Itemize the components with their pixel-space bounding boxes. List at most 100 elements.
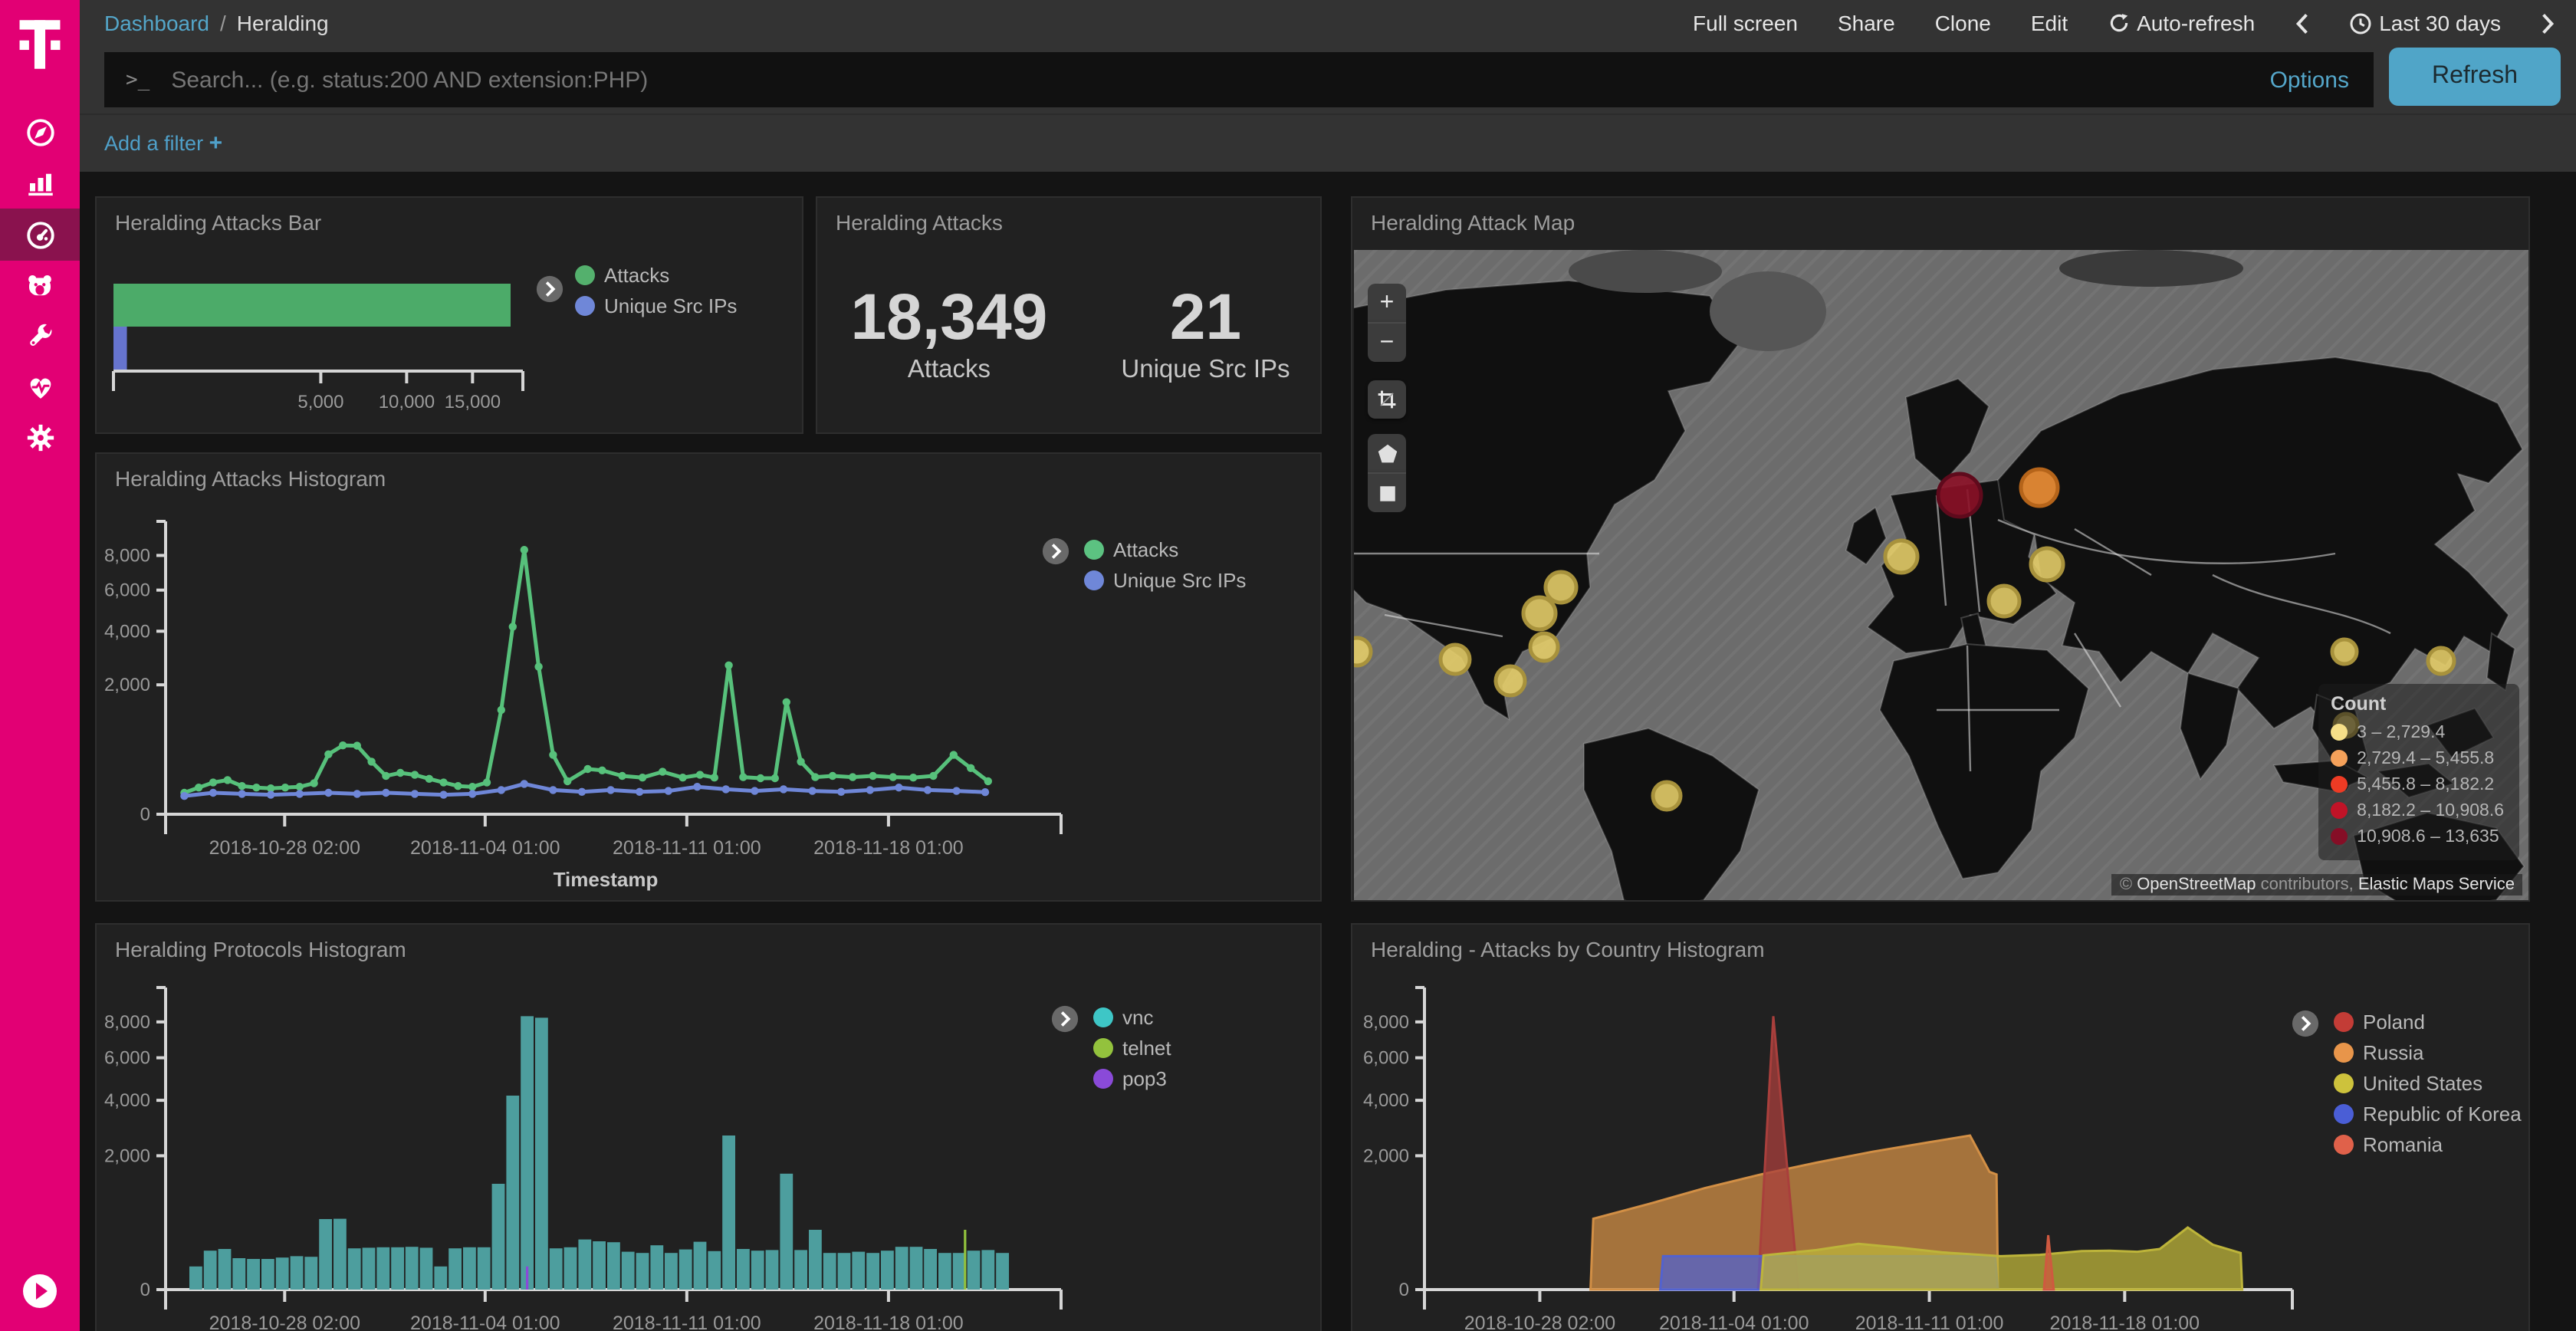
sidebar-item-discover[interactable] bbox=[0, 107, 80, 158]
map-point[interactable] bbox=[1989, 586, 2019, 616]
legend-item-poland[interactable]: Poland bbox=[2334, 1006, 2522, 1037]
sidebar-item-monitoring[interactable] bbox=[0, 362, 80, 412]
sidebar-collapse-button[interactable] bbox=[0, 1273, 80, 1310]
map-point[interactable] bbox=[1354, 638, 1371, 666]
map-point[interactable] bbox=[1496, 666, 1525, 695]
legend-range-label: 5,455.8 – 8,182.2 bbox=[2357, 775, 2494, 794]
legend-item-unique-src-ips[interactable]: Unique Src IPs bbox=[575, 290, 737, 320]
map-point[interactable] bbox=[1441, 645, 1470, 674]
map-draw-polygon-button[interactable] bbox=[1368, 434, 1406, 472]
legend-expand-icon[interactable] bbox=[2291, 1009, 2320, 1038]
time-back-button[interactable] bbox=[2295, 12, 2308, 35]
map-point[interactable] bbox=[1653, 782, 1681, 810]
refresh-button[interactable]: Refresh bbox=[2389, 48, 2561, 106]
elastic-maps-service-link[interactable]: Elastic Maps Service bbox=[2358, 876, 2515, 894]
search-placeholder: Search... (e.g. status:200 AND extension… bbox=[171, 67, 2269, 93]
legend-dot-icon bbox=[575, 265, 595, 284]
panel-heralding-attacks-by-country[interactable]: Heralding - Attacks by Country Histogram… bbox=[1351, 923, 2530, 1331]
map-zoom-out-button[interactable]: − bbox=[1368, 322, 1406, 362]
legend-label: Russia bbox=[2363, 1040, 2424, 1063]
search-input[interactable]: >_ Search... (e.g. status:200 AND extens… bbox=[104, 52, 2374, 107]
sidebar-item-tpot[interactable] bbox=[0, 261, 80, 311]
sidebar-item-management[interactable] bbox=[0, 412, 80, 463]
time-range-picker[interactable]: Last 30 days bbox=[2348, 11, 2501, 35]
map-point[interactable] bbox=[1938, 474, 1981, 517]
legend-item-russia[interactable]: Russia bbox=[2334, 1037, 2522, 1067]
kibana-dashboard: Dashboard/Heralding Full screen Share Cl… bbox=[0, 0, 2576, 1331]
legend-item-united-states[interactable]: United States bbox=[2334, 1067, 2522, 1098]
map-draw-rectangle-button[interactable] bbox=[1368, 472, 1406, 512]
metric-label: Unique Src IPs bbox=[1121, 356, 1290, 385]
legend-expand-icon[interactable] bbox=[535, 274, 564, 304]
sidebar-item-visualize[interactable] bbox=[0, 158, 80, 209]
y-axis-tick-label: 2,000 bbox=[104, 675, 150, 695]
sidebar-item-dashboard[interactable] bbox=[0, 209, 80, 261]
panel-title: Heralding Attacks bbox=[836, 210, 1003, 235]
panel-title: Heralding Attack Map bbox=[1371, 210, 1575, 235]
query-bar: >_ Search... (e.g. status:200 AND extens… bbox=[80, 46, 2576, 113]
telekom-logo[interactable] bbox=[0, 0, 80, 89]
map-point[interactable] bbox=[2031, 548, 2063, 580]
auto-refresh-button[interactable]: Auto-refresh bbox=[2108, 11, 2255, 35]
chevron-left-icon bbox=[2295, 12, 2308, 35]
metric-value: 18,349 bbox=[850, 282, 1047, 353]
map-point[interactable] bbox=[1530, 633, 1558, 661]
dashboard-grid: Heralding Attacks Bar 5,00010,00015,000 … bbox=[80, 172, 2576, 1331]
legend-item-telnet[interactable]: telnet bbox=[1093, 1032, 1171, 1063]
panel-heralding-attack-map[interactable]: Heralding Attack Map + − bbox=[1351, 196, 2530, 902]
legend-item-attacks[interactable]: Attacks bbox=[575, 259, 737, 290]
legend-item-republic-of-korea[interactable]: Republic of Korea bbox=[2334, 1098, 2522, 1129]
panel-heralding-protocols-histogram[interactable]: Heralding Protocols Histogram 02,0004,00… bbox=[95, 923, 1322, 1331]
panel-heralding-attacks-bar[interactable]: Heralding Attacks Bar 5,00010,00015,000 … bbox=[95, 196, 803, 434]
breadcrumb-dashboard-link[interactable]: Dashboard bbox=[104, 11, 209, 35]
map-point[interactable] bbox=[2332, 639, 2357, 664]
map-zoom-in-button[interactable]: + bbox=[1368, 284, 1406, 322]
legend-dot-icon bbox=[2334, 1011, 2354, 1031]
add-filter-link[interactable]: Add a filter + bbox=[104, 130, 222, 156]
x-axis-tick-label: 2018-11-04 01:00 bbox=[1659, 1313, 1809, 1331]
map-point[interactable] bbox=[1546, 572, 1576, 603]
share-button[interactable]: Share bbox=[1838, 11, 1895, 35]
legend-item-unique-src-ips[interactable]: Unique Src IPs bbox=[1084, 564, 1246, 595]
legend-item-vnc[interactable]: vnc bbox=[1093, 1001, 1171, 1032]
x-axis-tick-label: 2018-11-04 01:00 bbox=[410, 837, 560, 859]
x-axis-tick-label: 10,000 bbox=[379, 392, 435, 412]
heartbeat-icon bbox=[24, 371, 56, 403]
legend-dot-icon bbox=[2331, 802, 2348, 819]
world-map[interactable]: + − bbox=[1354, 250, 2528, 900]
panel-heralding-attacks-histogram[interactable]: Heralding Attacks Histogram 02,0004,0006… bbox=[95, 452, 1322, 902]
y-axis-tick-label: 8,000 bbox=[1363, 1012, 1409, 1033]
map-legend-item: 3 – 2,729.4 bbox=[2331, 719, 2504, 745]
map-point[interactable] bbox=[1523, 597, 1556, 629]
y-axis-tick-label: 8,000 bbox=[104, 1012, 150, 1033]
map-legend-item: 10,908.6 – 13,635 bbox=[2331, 823, 2504, 850]
legend-label: Attacks bbox=[604, 263, 669, 286]
t-logo-icon bbox=[17, 17, 63, 72]
openstreetmap-link[interactable]: OpenStreetMap bbox=[2137, 876, 2256, 894]
legend-item-attacks[interactable]: Attacks bbox=[1084, 534, 1246, 564]
full-screen-button[interactable]: Full screen bbox=[1693, 11, 1798, 35]
x-axis-tick-label: 15,000 bbox=[445, 392, 501, 412]
y-axis-tick-label: 6,000 bbox=[104, 1048, 150, 1069]
panel-heralding-attacks[interactable]: Heralding Attacks 18,349 Attacks 21 Uniq… bbox=[816, 196, 1322, 434]
metric-attacks: 18,349 Attacks bbox=[850, 282, 1047, 385]
x-axis-tick-label: 2018-10-28 02:00 bbox=[209, 1313, 360, 1331]
clone-button[interactable]: Clone bbox=[1935, 11, 1991, 35]
time-forward-button[interactable] bbox=[2541, 12, 2555, 35]
map-point[interactable] bbox=[1885, 541, 1917, 573]
bars bbox=[113, 284, 511, 371]
map-fit-data-button[interactable] bbox=[1368, 380, 1406, 419]
sidebar-item-devtools[interactable] bbox=[0, 311, 80, 362]
legend-expand-icon[interactable] bbox=[1050, 1004, 1079, 1034]
legend-range-label: 2,729.4 – 5,455.8 bbox=[2357, 749, 2494, 767]
x-axis-tick-label: 2018-11-11 01:00 bbox=[613, 1313, 761, 1331]
map-point[interactable] bbox=[2428, 648, 2454, 674]
map-point[interactable] bbox=[2021, 469, 2058, 506]
legend-dot-icon bbox=[2334, 1042, 2354, 1062]
options-link[interactable]: Options bbox=[2270, 67, 2349, 93]
legend-expand-icon[interactable] bbox=[1041, 537, 1070, 566]
legend-item-romania[interactable]: Romania bbox=[2334, 1129, 2522, 1159]
axes: 02,0004,0006,0008,0002018-10-28 02:00201… bbox=[104, 521, 1061, 891]
edit-button[interactable]: Edit bbox=[2031, 11, 2068, 35]
legend-item-pop3[interactable]: pop3 bbox=[1093, 1063, 1171, 1093]
